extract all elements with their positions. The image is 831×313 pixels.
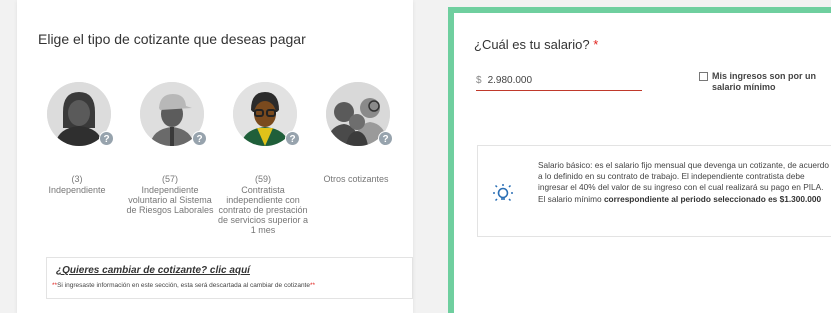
lightbulb-icon	[493, 184, 513, 202]
change-cotizante-link[interactable]: ¿Quieres cambiar de cotizante? clic aquí	[56, 265, 250, 276]
change-cotizante-box: ¿Quieres cambiar de cotizante? clic aquí…	[46, 257, 413, 299]
help-icon[interactable]: ?	[378, 131, 393, 146]
option-label: Independiente voluntario al Sistema de R…	[126, 185, 214, 215]
option-count: (57)	[161, 174, 178, 184]
option-count: (3)	[71, 174, 83, 184]
option-count: (59)	[254, 174, 271, 184]
min-wage-checkbox[interactable]	[699, 72, 708, 81]
currency-symbol: $	[476, 75, 482, 86]
option-label: Otros cotizantes	[323, 174, 389, 184]
cotizante-options: ? (3) Independiente ? (57) Independiente…	[31, 72, 403, 272]
help-icon[interactable]: ?	[192, 131, 207, 146]
required-mark: *	[593, 37, 599, 52]
salary-question: ¿Cuál es tu salario? *	[474, 37, 599, 52]
salary-panel: ¿Cuál es tu salario? * $ 2.980.000 Mis i…	[448, 7, 831, 313]
option-label: Contratista independiente con contrato d…	[217, 185, 309, 235]
min-wage-label: Mis ingresos son por un salario mínimo	[712, 71, 817, 92]
salary-info-text: Salario básico: es el salario fijo mensu…	[538, 160, 830, 204]
change-cotizante-note: **Si ingresaste información en este secc…	[52, 282, 316, 289]
help-icon[interactable]: ?	[285, 131, 300, 146]
cotizante-type-title: Elige el tipo de cotizante que deseas pa…	[38, 31, 306, 47]
cotizante-type-panel: Elige el tipo de cotizante que deseas pa…	[17, 0, 413, 313]
salary-info-box: Salario básico: es el salario fijo mensu…	[477, 145, 831, 237]
help-icon[interactable]: ?	[99, 131, 114, 146]
option-label: Independiente	[48, 185, 106, 195]
salary-input[interactable]: $ 2.980.000	[476, 71, 642, 91]
salary-value[interactable]: 2.980.000	[488, 75, 533, 86]
min-wage-option[interactable]: Mis ingresos son por un salario mínimo	[699, 71, 822, 93]
